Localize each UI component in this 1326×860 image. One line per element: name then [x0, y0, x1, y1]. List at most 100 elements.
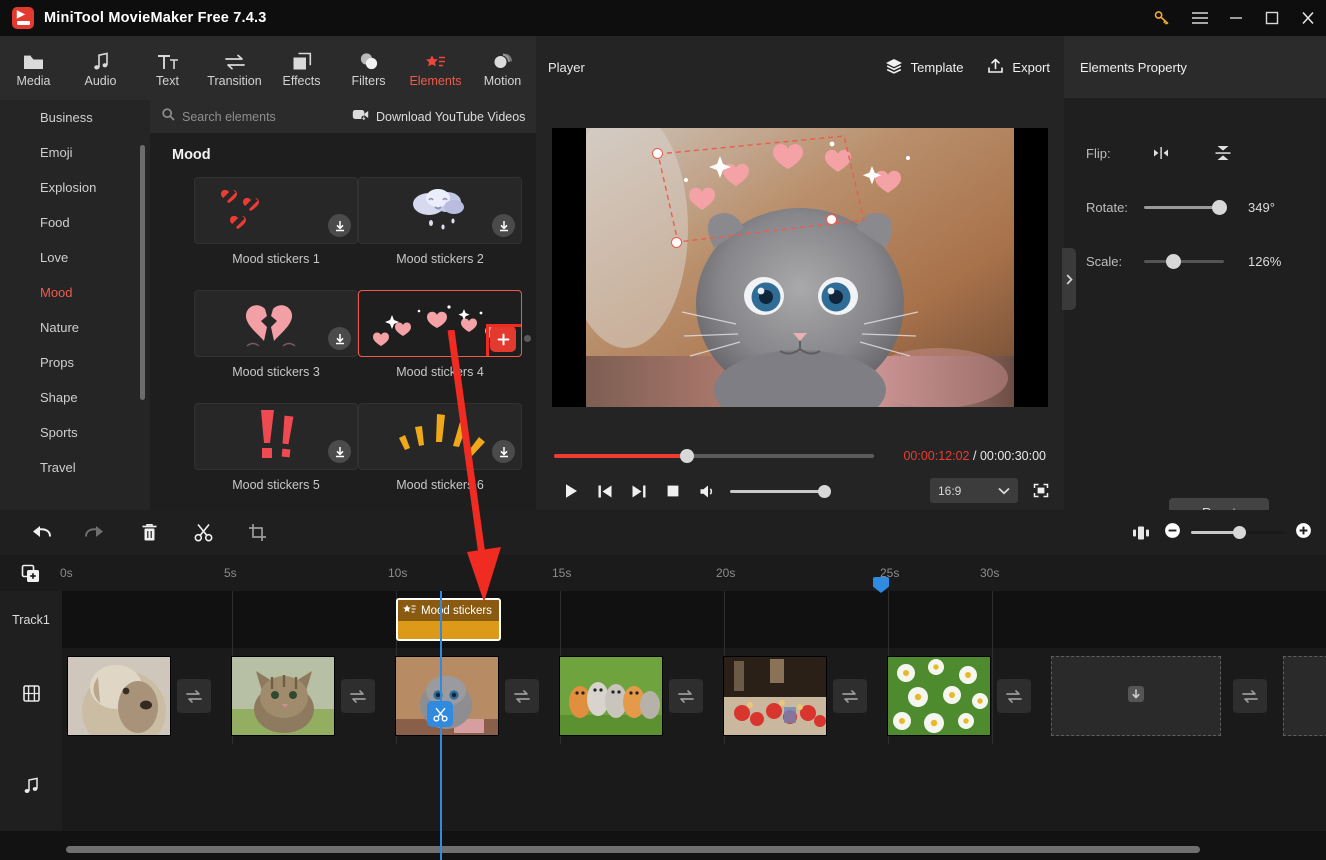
- download-icon[interactable]: [328, 214, 351, 237]
- redo-icon[interactable]: [68, 510, 122, 555]
- elements-scroll-indicator[interactable]: [524, 335, 531, 342]
- video-clip[interactable]: [723, 656, 827, 736]
- rotate-slider[interactable]: [1144, 199, 1227, 215]
- flip-vertical-icon[interactable]: [1200, 143, 1246, 163]
- fit-timeline-icon[interactable]: [1128, 525, 1154, 541]
- zoom-handle[interactable]: [1233, 526, 1246, 539]
- video-clip[interactable]: [67, 656, 171, 736]
- zoom-fill: [1191, 531, 1239, 534]
- category-item-sports[interactable]: Sports: [0, 415, 150, 450]
- track-row-audio[interactable]: [62, 744, 1326, 831]
- split-scissors-icon[interactable]: [176, 510, 230, 555]
- download-icon[interactable]: [328, 440, 351, 463]
- category-item-explosion[interactable]: Explosion: [0, 170, 150, 205]
- track-row-sticker[interactable]: Mood stickers: [62, 591, 1326, 648]
- media-drop-placeholder[interactable]: [1283, 656, 1326, 736]
- element-card-label: Mood stickers 3: [232, 365, 320, 379]
- scale-handle[interactable]: [1166, 253, 1181, 269]
- minimize-icon[interactable]: [1218, 0, 1254, 36]
- timeline-horizontal-scrollbar[interactable]: [66, 846, 1200, 853]
- flip-horizontal-icon[interactable]: [1138, 146, 1184, 160]
- download-icon[interactable]: [328, 327, 351, 350]
- category-item-mood[interactable]: Mood: [0, 275, 150, 310]
- delete-icon[interactable]: [122, 510, 176, 555]
- add-track-icon[interactable]: [20, 563, 42, 585]
- timeline-zoom-slider[interactable]: [1191, 526, 1285, 539]
- media-drop-placeholder[interactable]: [1051, 656, 1221, 736]
- preview-canvas[interactable]: [552, 127, 1048, 407]
- key-icon[interactable]: [1142, 0, 1182, 36]
- tab-elements[interactable]: Elements: [402, 36, 469, 100]
- playhead[interactable]: [427, 577, 889, 860]
- element-card[interactable]: Mood stickers 5: [194, 403, 358, 492]
- element-card[interactable]: Mood stickers 1: [194, 177, 358, 266]
- crop-icon[interactable]: [230, 510, 284, 555]
- tab-text[interactable]: Text: [134, 36, 201, 100]
- scale-slider[interactable]: [1144, 253, 1224, 269]
- tab-transition[interactable]: Transition: [201, 36, 268, 100]
- category-item-props[interactable]: Props: [0, 345, 150, 380]
- tab-filters[interactable]: Filters: [335, 36, 402, 100]
- category-item-business[interactable]: Business: [0, 100, 150, 135]
- next-frame-icon[interactable]: [622, 480, 656, 502]
- category-item-shape[interactable]: Shape: [0, 380, 150, 415]
- transition-slot-button[interactable]: [505, 679, 539, 713]
- previous-frame-icon[interactable]: [588, 480, 622, 502]
- video-clip[interactable]: [887, 656, 991, 736]
- daisies-thumbnail: [888, 657, 990, 735]
- transition-slot-button[interactable]: [669, 679, 703, 713]
- track-row-video[interactable]: [62, 648, 1326, 744]
- transition-slot-button[interactable]: [1233, 679, 1267, 713]
- element-card-selected[interactable]: Mood stickers 4: [358, 290, 522, 379]
- play-icon[interactable]: [554, 480, 588, 502]
- player-seek-slider[interactable]: [554, 449, 874, 463]
- tab-effects[interactable]: Effects: [268, 36, 335, 100]
- transition-slot-button[interactable]: [997, 679, 1031, 713]
- element-card[interactable]: Mood stickers 2: [358, 177, 522, 266]
- category-item-nature[interactable]: Nature: [0, 310, 150, 345]
- hamburger-icon[interactable]: [1182, 0, 1218, 36]
- download-icon[interactable]: [492, 214, 515, 237]
- maximize-icon[interactable]: [1254, 0, 1290, 36]
- download-youtube-button[interactable]: Download YouTube Videos: [352, 108, 525, 126]
- category-item-food[interactable]: Food: [0, 205, 150, 240]
- video-clip[interactable]: [559, 656, 663, 736]
- rotate-label: Rotate:: [1086, 199, 1128, 215]
- element-card[interactable]: Mood stickers 6: [358, 403, 522, 492]
- template-button[interactable]: Template: [885, 58, 963, 77]
- rotate-handle[interactable]: [1212, 199, 1227, 215]
- transition-slot-button[interactable]: [341, 679, 375, 713]
- volume-handle[interactable]: [818, 484, 831, 498]
- fullscreen-icon[interactable]: [1028, 478, 1054, 503]
- undo-icon[interactable]: [14, 510, 68, 555]
- tab-audio[interactable]: Audio: [67, 36, 134, 100]
- transition-slot-button[interactable]: [177, 679, 211, 713]
- property-panel-toggle[interactable]: [1062, 248, 1076, 310]
- stop-icon[interactable]: [656, 480, 690, 502]
- volume-slider[interactable]: [730, 484, 831, 498]
- aspect-ratio-select[interactable]: 16:9: [930, 478, 1018, 503]
- element-thumbnail: [194, 290, 358, 357]
- video-clip[interactable]: [231, 656, 335, 736]
- scissors-icon[interactable]: [427, 701, 453, 727]
- download-icon[interactable]: [492, 440, 515, 463]
- volume-icon[interactable]: [690, 480, 724, 502]
- kittens-grass-thumbnail: [560, 657, 662, 735]
- search-input[interactable]: Search elements: [162, 107, 352, 126]
- dog-thumbnail: [68, 657, 170, 735]
- category-item-travel[interactable]: Travel: [0, 450, 150, 485]
- category-scrollbar[interactable]: [140, 145, 145, 400]
- transition-slot-button[interactable]: [833, 679, 867, 713]
- category-item-love[interactable]: Love: [0, 240, 150, 275]
- export-button[interactable]: Export: [987, 58, 1050, 77]
- close-icon[interactable]: [1290, 0, 1326, 36]
- seek-handle[interactable]: [680, 449, 694, 463]
- tab-motion[interactable]: Motion: [469, 36, 536, 100]
- element-card[interactable]: Mood stickers 3: [194, 290, 358, 379]
- zoom-in-icon[interactable]: [1295, 522, 1312, 544]
- sticker-clip[interactable]: Mood stickers: [396, 598, 501, 641]
- category-item-emoji[interactable]: Emoji: [0, 135, 150, 170]
- tab-media[interactable]: Media: [0, 36, 67, 100]
- timeline-ruler[interactable]: 0s 5s 10s 15s 20s 25s 30s: [0, 555, 1326, 591]
- zoom-out-icon[interactable]: [1164, 522, 1181, 544]
